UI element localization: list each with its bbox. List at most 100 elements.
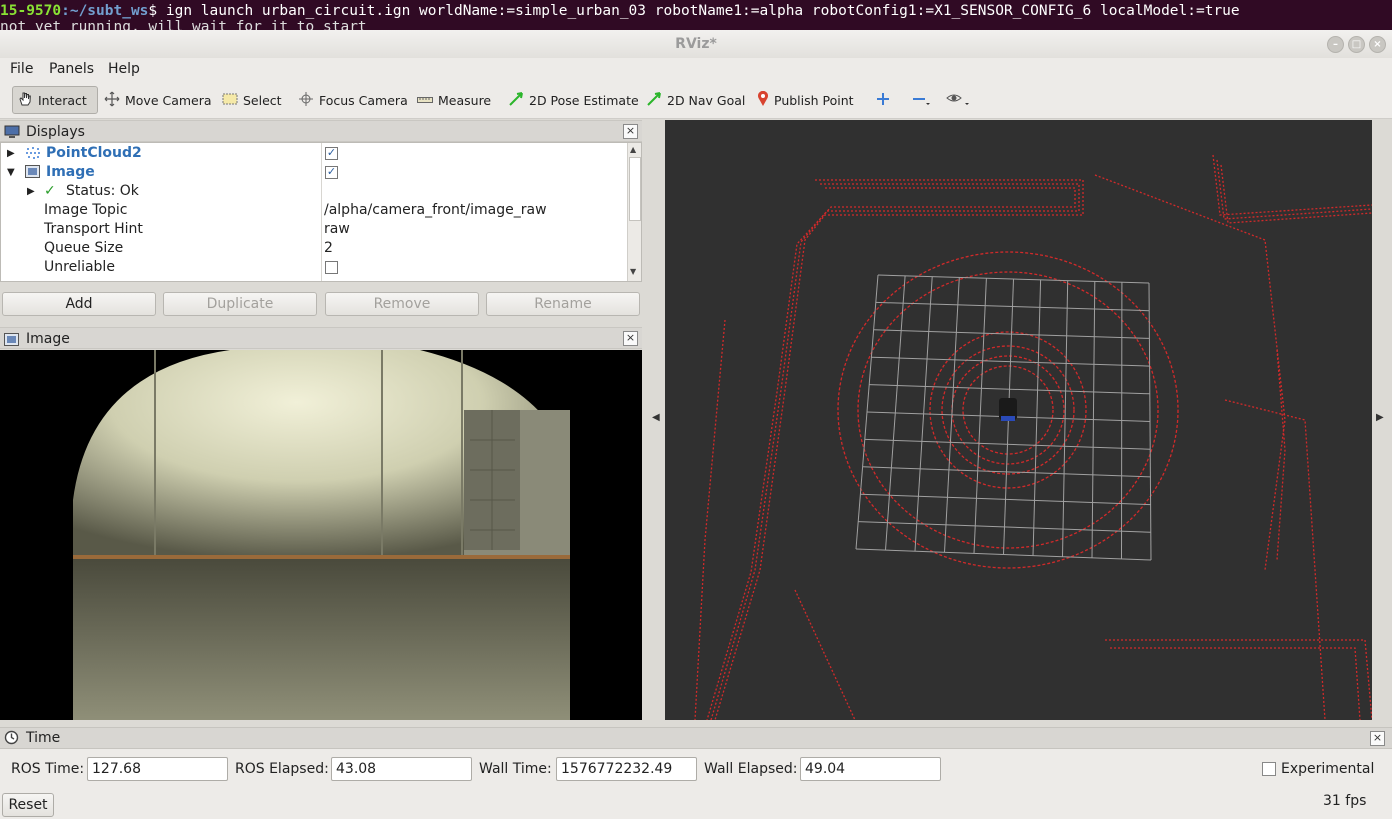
wall-time-field[interactable]: 1576772232.49 <box>556 757 697 781</box>
check-icon: ✓ <box>44 183 56 199</box>
add-tool-button[interactable] <box>872 86 894 114</box>
ros-elapsed-field[interactable]: 43.08 <box>331 757 472 781</box>
laser-wall <box>1094 174 1286 571</box>
duplicate-button[interactable]: Duplicate <box>163 292 317 316</box>
right-splitter-arrow-icon[interactable]: ▶ <box>1376 412 1384 423</box>
move-camera-label: Move Camera <box>125 92 212 108</box>
displays-panel-header: Displays × <box>0 120 642 142</box>
scroll-down-icon[interactable]: ▼ <box>630 267 636 276</box>
fps-readout: 31 fps <box>1323 793 1367 809</box>
close-time-panel-button[interactable]: × <box>1370 731 1385 746</box>
add-button[interactable]: Add <box>2 292 156 316</box>
tree-scrollbar[interactable]: ▲ ▼ <box>627 143 641 281</box>
render-view-3d[interactable] <box>665 120 1372 720</box>
view-panels-button[interactable] <box>942 86 976 114</box>
prop-row[interactable]: Queue Size 2 <box>1 239 629 258</box>
clock-icon <box>4 730 19 751</box>
ros-elapsed-label: ROS Elapsed: <box>235 761 329 777</box>
experimental-checkbox[interactable] <box>1262 762 1276 776</box>
select-label: Select <box>243 92 282 108</box>
scene-canvas[interactable] <box>665 120 1372 720</box>
expand-arrow-icon[interactable]: ▶ <box>27 182 35 201</box>
camera-image <box>0 350 642 720</box>
laser-scan <box>694 154 1372 720</box>
crosshair-icon <box>298 91 314 110</box>
time-title: Time <box>26 730 61 746</box>
close-displays-button[interactable]: × <box>623 124 638 139</box>
time-panel: ROS Time: 127.68 ROS Elapsed: 43.08 Wall… <box>0 749 1392 819</box>
status-label: Status: Ok <box>66 183 139 199</box>
close-image-panel-button[interactable]: × <box>623 331 638 346</box>
collapse-arrow-icon[interactable]: ▼ <box>7 163 15 182</box>
interact-tool[interactable]: Interact <box>12 86 98 114</box>
scroll-up-icon[interactable]: ▲ <box>630 145 636 154</box>
tree-row-status[interactable]: ▶ ✓ Status: Ok <box>1 182 629 201</box>
displays-tree: ▶ PointCloud2 ✓ ▼ Image ✓ ▶ ✓ Status: Ok… <box>0 142 642 282</box>
menubar: File Panels Help <box>0 58 1392 82</box>
laser-wall <box>794 589 856 720</box>
hand-icon <box>17 91 33 110</box>
robot-model <box>999 398 1017 421</box>
image-topic-value[interactable]: /alpha/camera_front/image_raw <box>324 201 547 220</box>
window-title: RViz* <box>675 36 717 52</box>
prop-key: Image Topic <box>44 202 128 218</box>
menu-file[interactable]: File <box>10 61 33 77</box>
prop-row[interactable]: Transport Hint raw <box>1 220 629 239</box>
focus-camera-tool[interactable]: Focus Camera <box>294 86 412 114</box>
menu-help[interactable]: Help <box>108 61 140 77</box>
camera-view <box>0 350 642 720</box>
green-arrow-icon <box>508 91 524 110</box>
wall-elapsed-label: Wall Elapsed: <box>704 761 798 777</box>
rviz-window: RViz* – □ × File Panels Help Interact Mo… <box>0 30 1392 819</box>
image-checkbox[interactable]: ✓ <box>325 166 338 179</box>
eye-icon <box>946 92 972 109</box>
rename-button[interactable]: Rename <box>486 292 640 316</box>
nav-goal-tool[interactable]: 2D Nav Goal <box>642 86 749 114</box>
tree-row-pointcloud[interactable]: ▶ PointCloud2 ✓ <box>1 144 629 163</box>
image-panel-title: Image <box>26 331 70 347</box>
time-panel-header: Time × <box>0 727 1392 749</box>
wall-time-label: Wall Time: <box>479 761 552 777</box>
prop-row[interactable]: Image Topic /alpha/camera_front/image_ra… <box>1 201 629 220</box>
laser-wall <box>1216 159 1372 220</box>
tree-row-image[interactable]: ▼ Image ✓ <box>1 163 629 182</box>
expand-arrow-icon[interactable]: ▶ <box>7 144 15 163</box>
measure-tool[interactable]: Measure <box>413 86 495 114</box>
prop-row[interactable]: Unreliable <box>1 258 629 277</box>
laser-wall <box>1224 399 1326 720</box>
unreliable-checkbox[interactable] <box>325 261 338 274</box>
ros-time-label: ROS Time: <box>11 761 85 777</box>
terminal-line2: not yet running, will wait for it to sta… <box>0 19 367 30</box>
pose-estimate-tool[interactable]: 2D Pose Estimate <box>504 86 643 114</box>
remove-button[interactable]: Remove <box>325 292 479 316</box>
scroll-thumb[interactable] <box>629 157 641 221</box>
maximize-button[interactable]: □ <box>1348 36 1365 53</box>
prop-key: Unreliable <box>44 259 115 275</box>
select-tool[interactable]: Select <box>218 86 286 114</box>
move-camera-tool[interactable]: Move Camera <box>100 86 216 114</box>
publish-point-tool[interactable]: Publish Point <box>753 86 858 114</box>
close-window-button[interactable]: × <box>1369 36 1386 53</box>
left-splitter-arrow-icon[interactable]: ◀ <box>652 412 660 423</box>
experimental-label: Experimental <box>1281 761 1375 777</box>
laser-wall <box>714 179 1084 720</box>
displays-title: Displays <box>26 124 85 140</box>
map-pin-icon <box>757 90 769 110</box>
reset-button[interactable]: Reset <box>2 793 54 817</box>
pose-estimate-label: 2D Pose Estimate <box>529 92 639 108</box>
minus-icon <box>912 92 932 109</box>
laser-wall <box>706 187 1076 720</box>
queue-size-value[interactable]: 2 <box>324 239 333 258</box>
transport-hint-value[interactable]: raw <box>324 220 350 239</box>
move-arrows-icon <box>104 91 120 110</box>
wall-elapsed-field[interactable]: 49.04 <box>800 757 941 781</box>
focus-camera-label: Focus Camera <box>319 92 408 108</box>
menu-panels[interactable]: Panels <box>49 61 94 77</box>
pointcloud-label: PointCloud2 <box>46 145 142 161</box>
remove-tool-button[interactable] <box>908 86 936 114</box>
minimize-button[interactable]: – <box>1327 36 1344 53</box>
pointcloud-checkbox[interactable]: ✓ <box>325 147 338 160</box>
laser-wall <box>1110 647 1361 720</box>
ros-time-field[interactable]: 127.68 <box>87 757 228 781</box>
green-arrow-icon <box>646 91 662 110</box>
